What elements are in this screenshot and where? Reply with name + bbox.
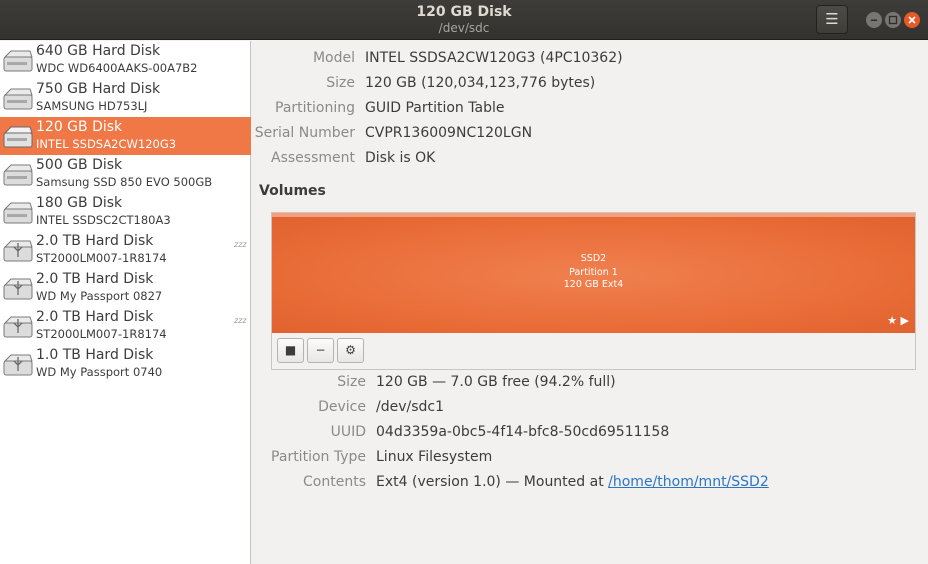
disk-model: WD My Passport 0740 <box>36 365 163 379</box>
disk-model: Samsung SSD 850 EVO 500GB <box>36 175 213 189</box>
disk-model: ST2000LM007-1R8174 <box>36 251 167 265</box>
disk-model: ST2000LM007-1R8174 <box>36 327 167 341</box>
disk-item-2tb-1[interactable]: 2.0 TB Hard Disk ST2000LM007-1R8174 zzz <box>0 231 251 269</box>
window-subtitle: /dev/sdc <box>438 21 490 35</box>
disk-model: WD My Passport 0827 <box>36 289 163 303</box>
partition-type-value: Linux Filesystem <box>376 449 493 465</box>
hard-disk-icon <box>3 202 33 224</box>
gears-icon: ⚙ <box>345 343 356 357</box>
model-label: Model <box>312 50 355 66</box>
uuid-label: UUID <box>330 424 366 440</box>
disk-item-750gb[interactable]: 750 GB Hard Disk SAMSUNG HD753LJ <box>0 79 251 117</box>
disk-name: 1.0 TB Hard Disk <box>36 347 154 363</box>
disk-name: 2.0 TB Hard Disk <box>36 271 154 287</box>
disk-model: INTEL SSDSC2CT180A3 <box>36 213 171 227</box>
partition-type-label: Partition Type <box>271 449 366 465</box>
vol-size-label: Size <box>337 374 366 390</box>
unmount-button[interactable]: ■ <box>277 338 304 363</box>
disk-model: INTEL SSDSA2CW120G3 <box>36 137 177 151</box>
play-icon: ▶ <box>900 314 909 327</box>
title-bar: 120 GB Disk /dev/sdc ☰ <box>0 0 928 40</box>
uuid-value: 04d3359a-0bc5-4f14-bfc8-50cd69511158 <box>376 424 670 440</box>
usb-disk-icon <box>3 278 33 300</box>
disk-name: 640 GB Hard Disk <box>36 43 161 59</box>
usb-disk-icon <box>3 316 33 338</box>
assessment-value: Disk is OK <box>365 150 436 166</box>
contents-text: Ext4 (version 1.0) — Mounted at <box>376 474 609 490</box>
close-button[interactable] <box>904 12 920 28</box>
usb-disk-icon <box>3 354 33 376</box>
delete-partition-button[interactable]: − <box>307 338 334 363</box>
hard-disk-icon <box>3 164 33 186</box>
hard-disk-icon <box>3 88 33 110</box>
model-value: INTEL SSDSA2CW120G3 (4PC10362) <box>365 50 623 66</box>
hard-disk-icon <box>3 126 33 148</box>
hard-disk-icon <box>3 50 33 72</box>
partition-status-icons: ★ ▶ <box>887 314 909 327</box>
disk-item-1tb[interactable]: 1.0 TB Hard Disk WD My Passport 0740 <box>0 345 251 383</box>
stop-icon: ■ <box>284 343 297 357</box>
sleep-icon: zzz <box>234 240 247 249</box>
partition-settings-button[interactable]: ⚙ <box>337 338 364 363</box>
volume-graph: SSD2 Partition 1 120 GB Ext4 ★ ▶ ■ − ⚙ <box>271 212 916 370</box>
disk-item-500gb[interactable]: 500 GB Disk Samsung SSD 850 EVO 500GB <box>0 155 251 193</box>
maximize-button[interactable] <box>885 12 901 28</box>
mount-point-link[interactable]: /home/thom/mnt/SSD2 <box>608 474 769 490</box>
disk-model: WDC WD6400AAKS-00A7B2 <box>36 61 198 75</box>
disk-name: 2.0 TB Hard Disk <box>36 233 154 249</box>
assessment-label: Assessment <box>271 150 355 166</box>
disk-list: 640 GB Hard Disk WDC WD6400AAKS-00A7B2 7… <box>0 41 251 564</box>
menu-button[interactable]: ☰ <box>816 5 848 34</box>
disk-item-120gb[interactable]: 120 GB Disk INTEL SSDSA2CW120G3 <box>0 117 251 155</box>
device-label: Device <box>318 399 366 415</box>
sleep-icon: zzz <box>234 316 247 325</box>
partition-number: Partition 1 <box>569 267 618 278</box>
disk-item-180gb[interactable]: 180 GB Disk INTEL SSDSC2CT180A3 <box>0 193 251 231</box>
contents-value: Ext4 (version 1.0) — Mounted at /home/th… <box>376 474 769 490</box>
disk-item-2tb-3[interactable]: 2.0 TB Hard Disk ST2000LM007-1R8174 zzz <box>0 307 251 345</box>
usb-disk-icon <box>3 240 33 262</box>
partitioning-label: Partitioning <box>275 100 355 116</box>
disk-name: 750 GB Hard Disk <box>36 81 161 97</box>
serial-value: CVPR136009NC120LGN <box>365 125 533 141</box>
minus-icon: − <box>315 343 326 357</box>
minimize-button[interactable] <box>866 12 882 28</box>
maximize-icon <box>888 15 898 25</box>
device-value: /dev/sdc1 <box>376 399 445 415</box>
serial-label: Serial Number <box>254 125 355 141</box>
disk-name: 500 GB Disk <box>36 157 123 173</box>
partition-desc: 120 GB Ext4 <box>563 279 624 290</box>
contents-label: Contents <box>303 474 366 490</box>
disk-item-640gb[interactable]: 640 GB Hard Disk WDC WD6400AAKS-00A7B2 <box>0 41 251 79</box>
window-title: 120 GB Disk <box>416 4 512 20</box>
vol-size-value: 120 GB — 7.0 GB free (94.2% full) <box>376 374 616 390</box>
partition-block[interactable]: SSD2 Partition 1 120 GB Ext4 ★ ▶ <box>272 213 915 333</box>
disk-item-2tb-2[interactable]: 2.0 TB Hard Disk WD My Passport 0827 <box>0 269 251 307</box>
minimize-icon <box>871 19 877 21</box>
disk-name: 120 GB Disk <box>36 119 123 135</box>
disk-name: 2.0 TB Hard Disk <box>36 309 154 325</box>
disk-details: Model INTEL SSDSA2CW120G3 (4PC10362) Siz… <box>252 41 928 564</box>
disk-name: 180 GB Disk <box>36 195 123 211</box>
partition-name: SSD2 <box>580 253 607 264</box>
hamburger-icon: ☰ <box>825 10 839 28</box>
star-icon: ★ <box>887 314 898 327</box>
partitioning-value: GUID Partition Table <box>365 100 505 116</box>
size-label: Size <box>326 75 355 91</box>
close-icon <box>908 16 916 24</box>
volumes-heading: Volumes <box>259 183 326 199</box>
disk-model: SAMSUNG HD753LJ <box>36 99 148 113</box>
size-value: 120 GB (120,034,123,776 bytes) <box>365 75 596 91</box>
